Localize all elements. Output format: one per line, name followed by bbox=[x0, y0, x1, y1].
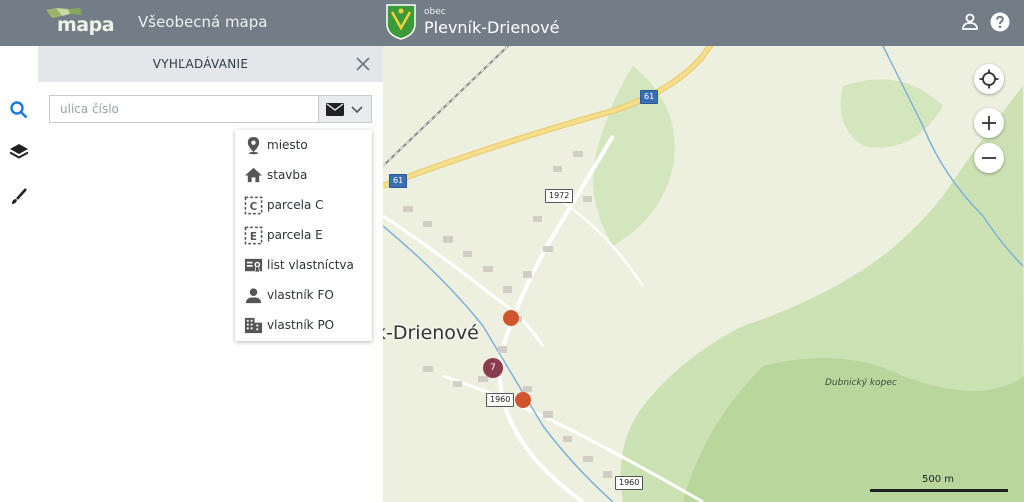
app-title[interactable]: Všeobecná mapa bbox=[138, 13, 267, 31]
road-shield-1960: 1960 bbox=[615, 476, 644, 490]
search-input[interactable] bbox=[49, 95, 318, 123]
logo-text: mapa bbox=[57, 14, 115, 36]
user-icon[interactable] bbox=[960, 12, 980, 32]
poi-cluster-count: 7 bbox=[490, 363, 496, 373]
map-canvas[interactable] bbox=[383, 46, 1024, 502]
search-type-selector[interactable] bbox=[318, 95, 372, 123]
dropdown-item-vlastnik-po[interactable]: vlastník PO bbox=[235, 310, 372, 340]
dropdown-item-list-vlastnictva[interactable]: list vlastníctva bbox=[235, 250, 372, 280]
dropdown-item-label: stavba bbox=[267, 168, 308, 182]
dropdown-item-label: vlastník FO bbox=[267, 288, 334, 302]
panel-title: VYHĽADÁVANIE bbox=[152, 57, 249, 71]
person-icon bbox=[245, 288, 262, 304]
svg-text:C: C bbox=[250, 201, 258, 213]
dropdown-item-stavba[interactable]: stavba bbox=[235, 160, 372, 190]
panel-header: VYHĽADÁVANIE bbox=[38, 46, 383, 82]
crosshair-icon bbox=[979, 69, 999, 89]
search-type-dropdown: miesto stavba C parcela C E parcela E li… bbox=[235, 130, 372, 341]
road-shield-1972: 1972 bbox=[545, 189, 574, 203]
parcel-e-icon: E bbox=[244, 226, 263, 245]
close-icon[interactable] bbox=[352, 53, 374, 75]
municipality-crest-icon bbox=[386, 4, 416, 40]
dropdown-item-parcela-c[interactable]: C parcela C bbox=[235, 190, 372, 220]
house-icon bbox=[244, 167, 263, 183]
municipality-name: Plevník-Drienové bbox=[424, 18, 560, 37]
tool-sidebar bbox=[0, 46, 38, 502]
search-icon[interactable] bbox=[7, 98, 31, 122]
poi-sport-icon[interactable] bbox=[515, 392, 531, 408]
poi-cluster-marker[interactable]: 7 bbox=[483, 358, 503, 378]
dropdown-item-parcela-e[interactable]: E parcela E bbox=[235, 220, 372, 250]
dropdown-item-vlastnik-fo[interactable]: vlastník FO bbox=[235, 280, 372, 310]
municipality-type: obec bbox=[424, 7, 446, 17]
chevron-down-icon bbox=[351, 106, 363, 114]
ownership-sheet-icon bbox=[244, 258, 263, 274]
dropdown-item-label: miesto bbox=[267, 138, 308, 152]
road-shield-1960: 1960 bbox=[486, 393, 515, 407]
building-icon bbox=[244, 317, 263, 334]
locate-button[interactable] bbox=[974, 64, 1004, 94]
envelope-icon bbox=[326, 103, 344, 116]
scale-bar bbox=[870, 489, 1008, 492]
dropdown-item-label: parcela E bbox=[267, 228, 323, 242]
map-pin-icon bbox=[247, 136, 260, 155]
place-label: k-Drienové bbox=[383, 322, 479, 344]
minus-icon bbox=[982, 157, 996, 159]
parcel-c-icon: C bbox=[244, 196, 263, 215]
road-shield-61: 61 bbox=[389, 174, 408, 188]
plus-icon bbox=[982, 116, 996, 130]
brush-icon[interactable] bbox=[7, 185, 31, 209]
hill-label: Dubnický kopec bbox=[825, 378, 897, 388]
poi-marker-icon[interactable] bbox=[503, 310, 519, 326]
road-shield-61: 61 bbox=[640, 90, 659, 104]
top-bar: mapa Všeobecná mapa obec Plevník-Drienov… bbox=[0, 0, 1024, 46]
zoom-out-button[interactable] bbox=[974, 143, 1004, 173]
dropdown-item-label: parcela C bbox=[267, 198, 324, 212]
svg-text:E: E bbox=[250, 231, 257, 243]
dropdown-item-label: vlastník PO bbox=[267, 318, 335, 332]
help-icon[interactable] bbox=[990, 12, 1010, 32]
layers-icon[interactable] bbox=[7, 140, 31, 164]
dropdown-item-label: list vlastníctva bbox=[267, 258, 354, 272]
dropdown-item-miesto[interactable]: miesto bbox=[235, 130, 372, 160]
scale-label: 500 m bbox=[922, 474, 955, 485]
map-view[interactable]: 61 61 1972 1960 1960 k-Drienové Dubnický… bbox=[383, 46, 1024, 502]
zoom-in-button[interactable] bbox=[974, 108, 1004, 138]
